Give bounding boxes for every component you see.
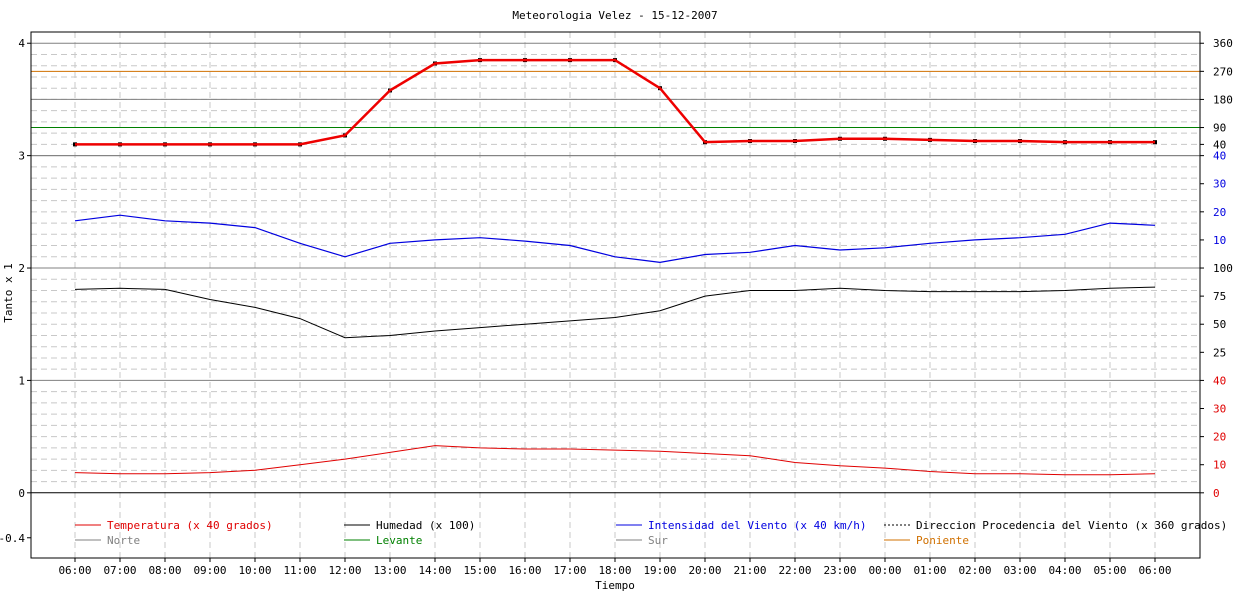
x-tick-label: 03:00 xyxy=(1003,564,1036,577)
chart: Meteorologia Velez - 15-12-2007 Tanto x … xyxy=(0,0,1241,600)
right-label-temperatura: 20 xyxy=(1213,431,1226,444)
y-tick-label: 4 xyxy=(18,37,25,50)
x-tick-label: 19:00 xyxy=(643,564,676,577)
right-label-temperatura: 30 xyxy=(1213,403,1226,416)
x-tick-label: 13:00 xyxy=(373,564,406,577)
x-tick-label: 14:00 xyxy=(418,564,451,577)
x-tick-label: 12:00 xyxy=(328,564,361,577)
y-tick-label: 3 xyxy=(18,150,25,163)
right-label-temperatura: 0 xyxy=(1213,487,1220,500)
x-tick-label: 21:00 xyxy=(733,564,766,577)
legend-label: Levante xyxy=(376,534,422,547)
x-tick-label: 11:00 xyxy=(283,564,316,577)
legend-label: Poniente xyxy=(916,534,969,547)
x-tick-label: 09:00 xyxy=(193,564,226,577)
right-label-humedad: 75 xyxy=(1213,290,1226,303)
right-label-humedad: 25 xyxy=(1213,346,1226,359)
y-tick-label: 2 xyxy=(18,262,25,275)
right-label-direccion: 360 xyxy=(1213,37,1233,50)
legend-label: Humedad (x 100) xyxy=(376,519,475,532)
right-label-humedad: 100 xyxy=(1213,262,1233,275)
right-label-direccion: 180 xyxy=(1213,93,1233,106)
chart-title: Meteorologia Velez - 15-12-2007 xyxy=(512,9,717,22)
x-tick-label: 16:00 xyxy=(508,564,541,577)
right-label-intensidad: 40 xyxy=(1213,150,1226,163)
x-tick-label: 02:00 xyxy=(958,564,991,577)
x-tick-label: 20:00 xyxy=(688,564,721,577)
right-label-temperatura: 40 xyxy=(1213,374,1226,387)
right-label-intensidad: 10 xyxy=(1213,234,1226,247)
x-tick-label: 04:00 xyxy=(1048,564,1081,577)
x-tick-label: 10:00 xyxy=(238,564,271,577)
x-tick-label: 23:00 xyxy=(823,564,856,577)
x-tick-label: 18:00 xyxy=(598,564,631,577)
x-tick-label: 22:00 xyxy=(778,564,811,577)
x-tick-label: 05:00 xyxy=(1093,564,1126,577)
y-tick-label: 1 xyxy=(18,374,25,387)
legend-label: Sur xyxy=(648,534,668,547)
x-tick-label: 08:00 xyxy=(148,564,181,577)
legend-label: Direccion Procedencia del Viento (x 360 … xyxy=(916,519,1227,532)
x-tick-label: 01:00 xyxy=(913,564,946,577)
legend-label: Temperatura (x 40 grados) xyxy=(107,519,273,532)
x-tick-label: 06:00 xyxy=(1138,564,1171,577)
legend-label: Norte xyxy=(107,534,140,547)
right-label-humedad: 50 xyxy=(1213,318,1226,331)
x-tick-label: 17:00 xyxy=(553,564,586,577)
right-label-intensidad: 20 xyxy=(1213,206,1226,219)
y-axis-label: Tanto x 1 xyxy=(2,263,15,323)
x-axis-label: Tiempo xyxy=(595,579,635,592)
x-tick-label: 06:00 xyxy=(58,564,91,577)
y-tick-label: 0 xyxy=(18,487,25,500)
x-tick-label: 15:00 xyxy=(463,564,496,577)
right-label-direccion: 90 xyxy=(1213,122,1226,135)
y-tick-label: -0.4 xyxy=(0,532,25,545)
right-label-intensidad: 30 xyxy=(1213,178,1226,191)
x-tick-label: 00:00 xyxy=(868,564,901,577)
x-tick-label: 07:00 xyxy=(103,564,136,577)
chart-background xyxy=(0,0,1241,600)
right-label-temperatura: 10 xyxy=(1213,459,1226,472)
right-label-direccion: 270 xyxy=(1213,65,1233,78)
legend-label: Intensidad del Viento (x 40 km/h) xyxy=(648,519,867,532)
